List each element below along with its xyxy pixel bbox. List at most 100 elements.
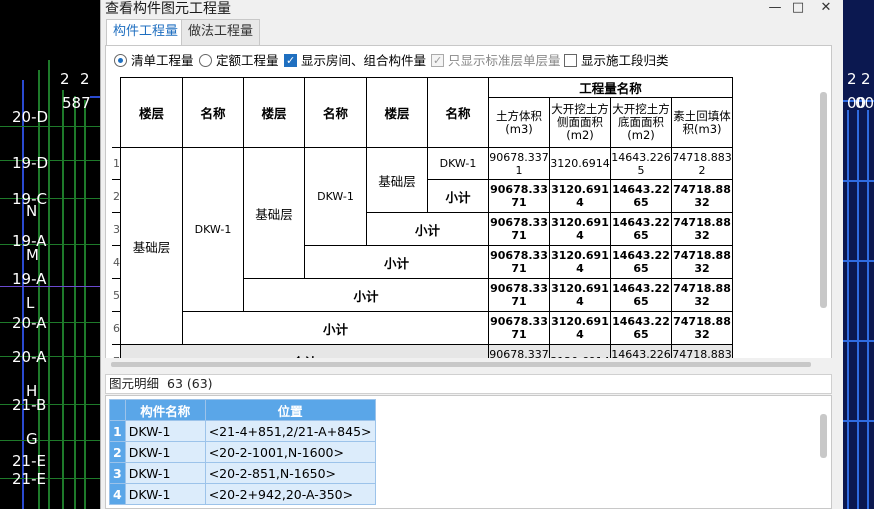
cad-axis-label: 21-E <box>12 452 46 470</box>
checkbox-icon[interactable] <box>564 54 577 67</box>
quantity-table: 楼层 名称 楼层 名称 楼层 名称 工程量名称 土方体积(m3) 大开挖土方侧面… <box>112 77 733 378</box>
checkbox-icon[interactable] <box>284 52 297 70</box>
option-standard-floor-only: 只显示标准层单层量 <box>431 52 561 70</box>
value-cell: 3120.6914 <box>549 179 611 213</box>
maximize-button[interactable]: □ <box>787 0 809 18</box>
detail-label: 图元明细 <box>109 376 160 391</box>
value-cell: 14643.2265 <box>610 147 672 180</box>
cad-axis-label: 20-A <box>12 348 47 366</box>
floor-cell: 基础层 <box>366 147 428 213</box>
quantity-dialog: 查看构件图元工程量 — □ ✕ 构件工程量 做法工程量 清单工程量 定额工程量 … <box>100 0 843 509</box>
cad-axis-label: N <box>26 202 38 220</box>
value-cell: 90678.3371 <box>488 179 550 213</box>
option-norm-quantity[interactable]: 定额工程量 <box>199 52 279 70</box>
cad-axis-label: 2 <box>847 70 857 88</box>
header-side-area[interactable]: 大开挖土方侧面面积(m2) <box>549 97 611 148</box>
value-cell: 90678.3371 <box>488 311 550 345</box>
cad-canvas-right[interactable]: 2 2 00 006 <box>843 0 874 509</box>
header-component-name[interactable]: 构件名称 <box>124 399 206 421</box>
minimize-button[interactable]: — <box>764 0 786 18</box>
name-cell: DKW-1 <box>182 147 244 312</box>
header-name[interactable]: 名称 <box>182 77 244 148</box>
vertical-scrollbar[interactable] <box>820 92 827 308</box>
subtotal-cell: 小计 <box>304 245 489 279</box>
radio-icon[interactable] <box>114 54 127 67</box>
detail-panel: 构件名称 位置 1 DKW-1 <21-4+851,2/21-A+845> 2 … <box>105 395 832 509</box>
close-button[interactable]: ✕ <box>815 0 837 18</box>
title-bar[interactable]: 查看构件图元工程量 — □ ✕ <box>101 0 844 18</box>
detail-vertical-scrollbar[interactable] <box>820 414 827 458</box>
cad-axis-label: 21-B <box>12 396 47 414</box>
header-name[interactable]: 名称 <box>427 77 489 148</box>
value-cell: 90678.3371 <box>488 245 550 279</box>
dialog-title: 查看构件图元工程量 <box>105 1 231 17</box>
cad-axis-label: 2 <box>60 70 70 88</box>
cad-axis-label: 19-D <box>12 154 49 172</box>
value-cell: 14643.2265 <box>610 179 672 213</box>
horizontal-scrollbar[interactable] <box>111 362 811 367</box>
tab-component-quantity[interactable]: 构件工程量 <box>106 19 186 46</box>
cad-axis-label: 587 <box>62 94 91 112</box>
header-name[interactable]: 名称 <box>304 77 367 148</box>
table-row[interactable]: 1 DKW-1 <21-4+851,2/21-A+845> <box>109 420 376 442</box>
value-cell: 14643.2265 <box>610 245 672 279</box>
cad-axis-label: G <box>26 430 38 448</box>
header-position[interactable]: 位置 <box>204 399 376 421</box>
value-cell: 14643.2265 <box>610 278 672 312</box>
floor-cell: 基础层 <box>243 147 305 279</box>
detail-count: 63 (63) <box>167 376 213 391</box>
value-cell: 90678.3371 <box>488 212 550 246</box>
table-row[interactable]: 2 DKW-1 <20-2-1001,N-1600> <box>109 441 376 463</box>
option-show-segments[interactable]: 显示施工段归类 <box>564 52 669 70</box>
value-cell: 3120.6914 <box>549 245 611 279</box>
value-cell: 74718.8832 <box>671 311 733 345</box>
subtotal-cell: 小计 <box>182 311 489 345</box>
tab-method-quantity[interactable]: 做法工程量 <box>181 19 261 45</box>
cad-axis-label: 2 <box>80 70 90 88</box>
table-row[interactable]: 4 DKW-1 <20-2+942,20-A-350> <box>109 483 376 505</box>
header-earth-volume[interactable]: 土方体积(m3) <box>488 97 550 148</box>
cad-axis-label: 006 <box>855 94 874 112</box>
table-row[interactable]: 6 小计 90678.3371 3120.6914 14643.2265 747… <box>112 311 733 345</box>
cad-axis-label: M <box>26 246 39 264</box>
header-floor[interactable]: 楼层 <box>366 77 428 148</box>
value-cell: 90678.3371 <box>488 278 550 312</box>
cad-axis-label: L <box>26 294 35 312</box>
header-quantity-group: 工程量名称 <box>488 77 733 98</box>
cad-axis-label: 20-A <box>12 314 47 332</box>
subtotal-cell: 小计 <box>243 278 489 312</box>
header-floor[interactable]: 楼层 <box>243 77 305 148</box>
name-cell: DKW-1 <box>427 147 489 180</box>
detail-table: 构件名称 位置 1 DKW-1 <21-4+851,2/21-A+845> 2 … <box>109 399 376 505</box>
value-cell: 3120.6914 <box>549 147 611 180</box>
value-cell: 74718.8832 <box>671 245 733 279</box>
checkbox-icon <box>431 52 444 70</box>
cad-axis-label: 21-E <box>12 470 46 488</box>
option-list-quantity[interactable]: 清单工程量 <box>114 52 194 70</box>
detail-header: 图元明细 63 (63) <box>105 374 832 394</box>
value-cell: 74718.8832 <box>671 212 733 246</box>
subtotal-cell: 小计 <box>366 212 489 246</box>
value-cell: 74718.8832 <box>671 179 733 213</box>
option-show-room-quantity[interactable]: 显示房间、组合构件量 <box>284 52 426 70</box>
header-floor[interactable]: 楼层 <box>120 77 183 148</box>
header-backfill-volume[interactable]: 素土回填体积(m3) <box>671 97 733 148</box>
value-cell: 3120.6914 <box>549 212 611 246</box>
header-bottom-area[interactable]: 大开挖土方底面面积(m2) <box>610 97 672 148</box>
table-row[interactable]: 3 DKW-1 <20-2-851,N-1650> <box>109 462 376 484</box>
value-cell: 90678.3371 <box>488 147 550 180</box>
quantity-panel: 清单工程量 定额工程量 显示房间、组合构件量 只显示标准层单层量 显示施工段归类… <box>105 45 832 378</box>
value-cell: 74718.8832 <box>671 278 733 312</box>
floor-cell: 基础层 <box>120 147 183 345</box>
value-cell: 74718.8832 <box>671 147 733 180</box>
name-cell: DKW-1 <box>304 147 367 246</box>
cad-canvas-left[interactable]: 2 2 587 20-D 19-D 19-C N 19-A M 19-A L 2… <box>0 0 100 509</box>
table-row[interactable]: 1 基础层 DKW-1 基础层 DKW-1 基础层 DKW-1 90678.33… <box>112 147 733 345</box>
value-cell: 3120.6914 <box>549 278 611 312</box>
cad-axis-label: 20-D <box>12 108 49 126</box>
radio-icon[interactable] <box>199 54 212 67</box>
value-cell: 3120.6914 <box>549 311 611 345</box>
value-cell: 14643.2265 <box>610 212 672 246</box>
cad-axis-label: 19-A <box>12 270 47 288</box>
value-cell: 14643.2265 <box>610 311 672 345</box>
